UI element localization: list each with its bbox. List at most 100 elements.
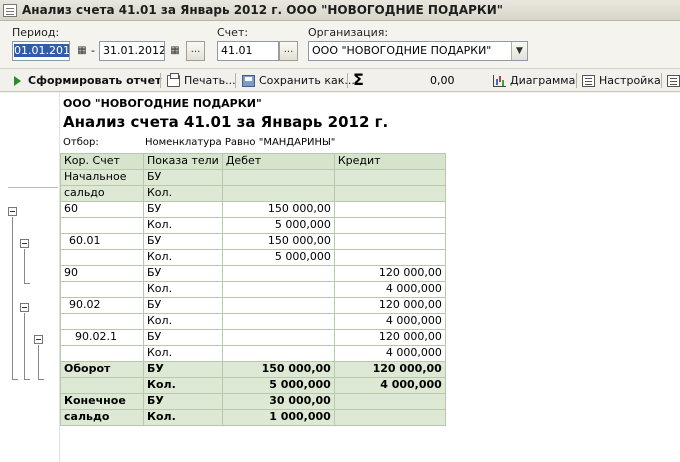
row-credit (333, 393, 446, 410)
chart-icon (493, 74, 506, 87)
print-button[interactable]: Печать... (167, 72, 236, 89)
row-debit: 1 000,000 (221, 409, 335, 426)
generate-report-button[interactable]: Сформировать отчет (14, 72, 161, 89)
row-credit: 4 000,000 (333, 377, 446, 394)
row-credit (333, 169, 446, 186)
table-row: Кол. 5 000,000 (60, 249, 446, 266)
table-row: 60.01 БУ 150 000,00 (60, 233, 446, 250)
row-account: 90.02.1 (60, 329, 144, 346)
period-select-button[interactable]: ... (186, 41, 205, 61)
row-debit (221, 281, 335, 298)
row-account (60, 345, 144, 362)
report-sheet[interactable]: ООО "НОВОГОДНИЕ ПОДАРКИ" Анализ счета 41… (0, 93, 680, 462)
tree-line (12, 379, 18, 380)
collapse-90-icon[interactable] (20, 303, 29, 312)
row-account: Начальное (60, 169, 144, 186)
row-credit: 120 000,00 (333, 265, 446, 282)
table-row: Конечное БУ 30 000,00 (60, 393, 446, 410)
header-indicators: Показа тели (143, 153, 223, 170)
row-debit: 30 000,00 (221, 393, 335, 410)
collapse-60-icon[interactable] (20, 239, 29, 248)
date-to-field[interactable]: 31.01.2012 (99, 41, 165, 61)
row-indicator: БУ (143, 393, 223, 410)
row-account: сальдо (60, 409, 144, 426)
sigma-icon[interactable]: Σ (353, 70, 364, 89)
row-credit (333, 233, 446, 250)
row-debit (221, 313, 335, 330)
row-credit: 4 000,000 (333, 313, 446, 330)
collapse-all-icon[interactable] (8, 207, 17, 216)
table-row: сальдо Кол. 1 000,000 (60, 409, 446, 426)
row-indicator: БУ (143, 297, 223, 314)
toolbar-separator (235, 73, 236, 88)
save-as-label: Сохранить как... (259, 74, 355, 87)
row-indicator: Кол. (143, 249, 223, 266)
table-row: 90.02.1 БУ 120 000,00 (60, 329, 446, 346)
row-account (60, 377, 144, 394)
tree-line (38, 345, 39, 379)
organization-field[interactable]: ООО "НОВОГОДНИЕ ПОДАРКИ" (308, 41, 528, 61)
window-title: Анализ счета 41.01 за Январь 2012 г. ООО… (22, 3, 504, 17)
save-as-button[interactable]: Сохранить как... (242, 72, 355, 89)
chart-button[interactable]: Диаграмма (493, 72, 575, 89)
row-indicator: БУ (143, 169, 223, 186)
toolbar-separator (160, 73, 161, 88)
report-toolbar: Сформировать отчет Печать... Сохранить к… (0, 68, 680, 92)
row-debit (221, 297, 335, 314)
row-debit (221, 329, 335, 346)
report-organization: ООО "НОВОГОДНИЕ ПОДАРКИ" (63, 97, 262, 110)
row-credit (333, 217, 446, 234)
row-indicator: БУ (143, 233, 223, 250)
row-account: сальдо (60, 185, 144, 202)
organization-dropdown-icon[interactable]: ▼ (511, 42, 527, 60)
printer-icon (167, 72, 180, 87)
tree-line (12, 217, 13, 379)
row-indicator: БУ (143, 361, 223, 378)
row-credit (333, 409, 446, 426)
tree-line (38, 379, 44, 380)
row-indicator: БУ (143, 329, 223, 346)
report-table: Кор. Счет Показа тели Дебет Кредит Начал… (60, 153, 446, 426)
toolbar-separator (347, 73, 348, 88)
row-indicator: Кол. (143, 217, 223, 234)
collapse-90-02-icon[interactable] (34, 335, 43, 344)
header-account: Кор. Счет (60, 153, 144, 170)
row-account: Оборот (60, 361, 144, 378)
row-debit: 150 000,00 (221, 233, 335, 250)
table-row: Оборот БУ 150 000,00 120 000,00 (60, 361, 446, 378)
account-select-button[interactable]: ... (279, 41, 298, 61)
settings-button[interactable]: Настройка (582, 72, 661, 89)
row-account: 60 (60, 201, 144, 218)
row-debit: 5 000,000 (221, 377, 335, 394)
report-title: Анализ счета 41.01 за Январь 2012 г. (63, 113, 389, 131)
print-label: Печать... (184, 74, 236, 87)
date-from-field[interactable]: 01.01.2012 (12, 41, 70, 61)
tree-line (24, 283, 30, 284)
row-debit: 5 000,000 (221, 249, 335, 266)
row-debit (221, 345, 335, 362)
toolbar-separator (661, 73, 662, 88)
row-credit (333, 185, 446, 202)
row-credit (333, 249, 446, 266)
tree-line (24, 313, 25, 379)
row-debit: 150 000,00 (221, 361, 335, 378)
table-header-row: Кор. Счет Показа тели Дебет Кредит (60, 153, 446, 170)
window-titlebar: Анализ счета 41.01 за Январь 2012 г. ООО… (0, 0, 680, 21)
calendar-to-icon[interactable]: ▦ (168, 42, 182, 60)
table-row: сальдо Кол. (60, 185, 446, 202)
table-row: Кол. 4 000,000 (60, 281, 446, 298)
account-field[interactable]: 41.01 (217, 41, 279, 61)
table-row: 90 БУ 120 000,00 (60, 265, 446, 282)
row-account: 90.02 (60, 297, 144, 314)
chart-label: Диаграмма (510, 74, 576, 87)
row-indicator: Кол. (143, 377, 223, 394)
row-credit: 4 000,000 (333, 345, 446, 362)
settings-label: Настройка (599, 74, 661, 87)
generate-report-label: Сформировать отчет (28, 74, 162, 87)
more-button[interactable] (667, 72, 680, 89)
floppy-disk-icon (242, 74, 255, 87)
group-header-line (8, 187, 58, 188)
calendar-from-icon[interactable]: ▦ (75, 42, 89, 60)
table-row: Кол. 4 000,000 (60, 313, 446, 330)
table-row: Кол. 5 000,000 4 000,000 (60, 377, 446, 394)
